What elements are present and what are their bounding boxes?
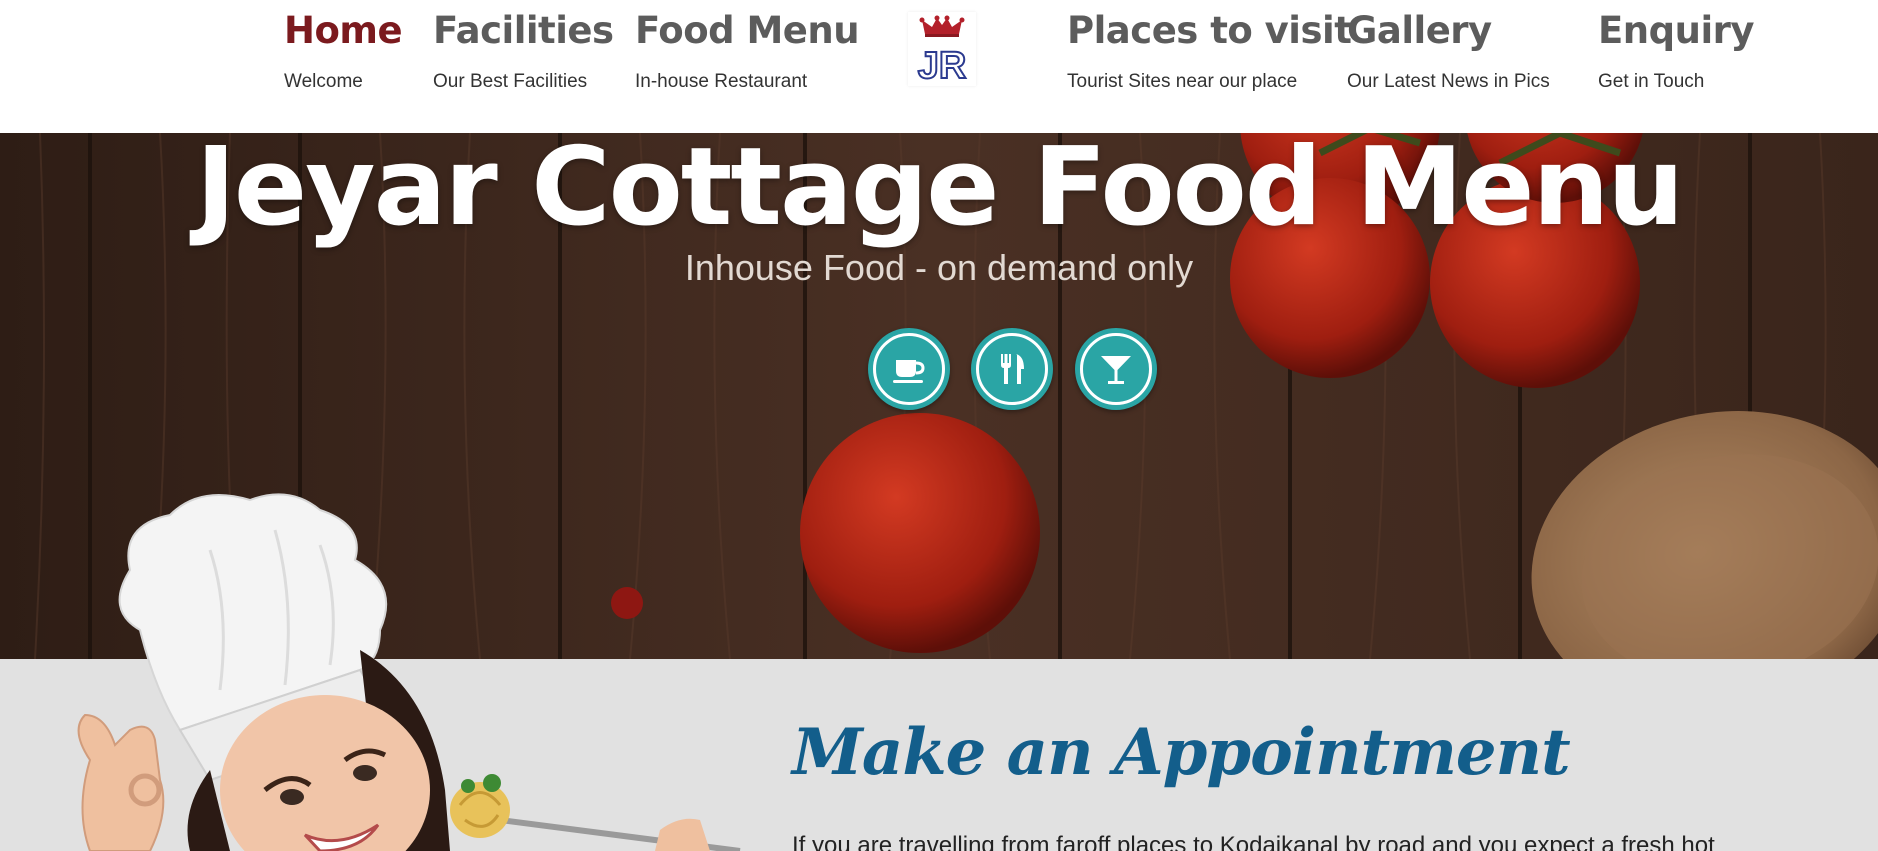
nav-facilities-title: Facilities: [433, 9, 614, 52]
nav-item-food-menu[interactable]: Food Menu In-house Restaurant: [635, 8, 860, 93]
lunch-dinner-button[interactable]: [971, 328, 1053, 410]
coffee-cup-icon: [893, 360, 925, 383]
appointment-section: Make an Appointment If you are travellin…: [0, 659, 1878, 851]
nav-item-places-to-visit[interactable]: Places to visit Tourist Sites near our p…: [1067, 8, 1352, 93]
crown-logo-icon: JR: [917, 15, 967, 88]
top-navigation: Home Welcome Facilities Our Best Facilit…: [0, 0, 1878, 133]
hero-subtitle: Inhouse Food - on demand only: [684, 247, 1194, 288]
nav-gallery-subtitle: Our Latest News in Pics: [1347, 71, 1550, 92]
hero-banner: Jeyar Cottage Food Menu Inhouse Food - o…: [0, 133, 1878, 659]
jr-logo[interactable]: JR: [908, 12, 976, 88]
nav-places-subtitle: Tourist Sites near our place: [1067, 71, 1298, 92]
nav-item-facilities[interactable]: Facilities Our Best Facilities: [433, 8, 614, 93]
nav-item-enquiry[interactable]: Enquiry Get in Touch: [1598, 8, 1755, 93]
logo-monogram: JR: [918, 45, 967, 86]
nav-facilities-subtitle: Our Best Facilities: [433, 71, 588, 92]
nav-item-home[interactable]: Home Welcome: [284, 8, 403, 93]
nav-enquiry-subtitle: Get in Touch: [1598, 71, 1705, 92]
nav-food-menu-title: Food Menu: [635, 9, 860, 52]
nav-places-title: Places to visit: [1067, 9, 1352, 52]
nav-item-gallery[interactable]: Gallery Our Latest News in Pics: [1347, 8, 1550, 93]
nav-gallery-title: Gallery: [1347, 9, 1492, 52]
appointment-text: If you are travelling from faroff places…: [792, 832, 1715, 851]
drinks-button[interactable]: [1075, 328, 1157, 410]
appointment-title: Make an Appointment: [792, 715, 1571, 790]
nav-food-menu-subtitle: In-house Restaurant: [635, 71, 808, 92]
fork-knife-icon: [1001, 354, 1024, 384]
cocktail-glass-icon: [1101, 356, 1131, 384]
nav-home-title: Home: [284, 9, 403, 52]
nav-home-subtitle: Welcome: [284, 71, 363, 92]
breakfast-button[interactable]: [868, 328, 950, 410]
hero-title: Jeyar Cottage Food Menu: [195, 133, 1685, 250]
nav-enquiry-title: Enquiry: [1598, 9, 1755, 52]
